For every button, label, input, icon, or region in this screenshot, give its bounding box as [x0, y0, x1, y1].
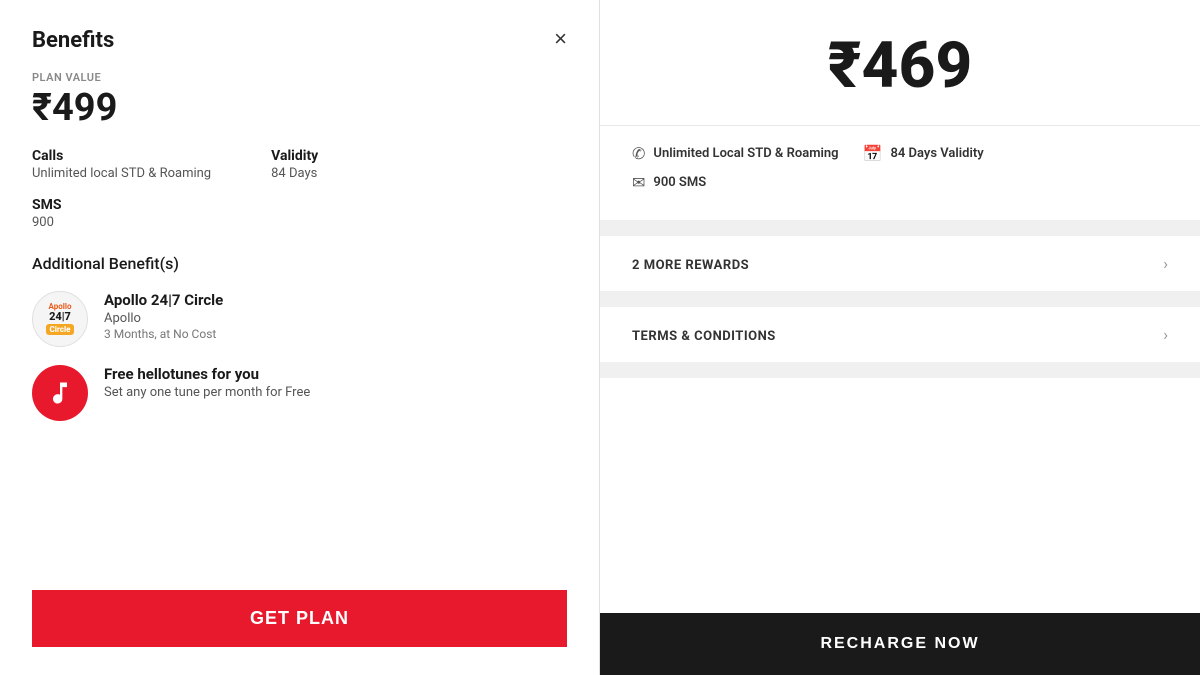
apollo-icon: Apollo 24|7 Circle	[32, 291, 88, 347]
calls-validity-row: Calls Unlimited local STD & Roaming Vali…	[32, 148, 567, 181]
feature-validity: 📅 84 Days Validity	[863, 144, 984, 163]
plan-value-label: PLAN VALUE	[32, 71, 567, 84]
validity-block: Validity 84 Days	[271, 148, 318, 181]
tnc-label: TERMS & CONDITIONS	[632, 329, 776, 344]
right-rewards-section[interactable]: 2 MORE REWARDS ›	[600, 236, 1200, 299]
right-features-section: ✆ Unlimited Local STD & Roaming 📅 84 Day…	[600, 126, 1200, 228]
hellotunes-icon	[32, 365, 88, 421]
right-price-section: ₹469	[600, 0, 1200, 126]
chevron-right-icon: ›	[1163, 254, 1168, 273]
apollo-benefit-name: Apollo 24|7 Circle	[104, 291, 223, 309]
calls-label: Calls	[32, 148, 211, 164]
right-price: ₹469	[632, 28, 1168, 103]
feature-calls: ✆ Unlimited Local STD & Roaming	[632, 144, 839, 163]
rewards-label: 2 MORE REWARDS	[632, 258, 749, 273]
benefit-item-hellotunes: Free hellotunes for you Set any one tune…	[32, 365, 567, 421]
hellotunes-benefit-sub: Set any one tune per month for Free	[104, 385, 310, 400]
feature-calls-text: Unlimited Local STD & Roaming	[653, 146, 838, 161]
divider-2	[600, 299, 1200, 307]
phone-icon: ✆	[632, 144, 645, 163]
sms-section: SMS 900	[32, 197, 567, 230]
feature-row-2: ✉ 900 SMS	[632, 173, 1168, 192]
additional-benefits-title: Additional Benefit(s)	[32, 254, 567, 273]
left-header: Benefits ×	[32, 28, 567, 53]
right-tnc-section[interactable]: TERMS & CONDITIONS ›	[600, 307, 1200, 370]
calendar-icon: 📅	[863, 144, 883, 163]
feature-row-1: ✆ Unlimited Local STD & Roaming 📅 84 Day…	[632, 144, 1168, 163]
get-plan-button[interactable]: GET PLAN	[32, 590, 567, 647]
close-button[interactable]: ×	[554, 28, 567, 50]
left-bottom: GET PLAN	[32, 574, 567, 647]
recharge-now-button[interactable]: RECHARGE NOW	[600, 613, 1200, 675]
calls-value: Unlimited local STD & Roaming	[32, 166, 211, 181]
hellotunes-text-block: Free hellotunes for you Set any one tune…	[104, 365, 310, 401]
benefit-item-apollo: Apollo 24|7 Circle Apollo 24|7 Circle Ap…	[32, 291, 567, 347]
sms-icon: ✉	[632, 173, 645, 192]
divider-1	[600, 228, 1200, 236]
chevron-right-icon-tnc: ›	[1163, 325, 1168, 344]
left-panel: Benefits × PLAN VALUE ₹499 Calls Unlimit…	[0, 0, 600, 675]
apollo-text-block: Apollo 24|7 Circle Apollo 3 Months, at N…	[104, 291, 223, 341]
validity-value: 84 Days	[271, 166, 318, 181]
feature-sms: ✉ 900 SMS	[632, 173, 706, 192]
divider-3	[600, 370, 1200, 378]
right-bottom: RECHARGE NOW	[600, 613, 1200, 675]
sms-label: SMS	[32, 197, 567, 213]
sms-value: 900	[32, 215, 567, 230]
right-empty-section	[600, 378, 1200, 613]
music-note-icon	[46, 379, 74, 407]
feature-validity-text: 84 Days Validity	[890, 146, 983, 161]
benefits-title: Benefits	[32, 28, 114, 53]
feature-sms-text: 900 SMS	[653, 175, 706, 190]
calls-block: Calls Unlimited local STD & Roaming	[32, 148, 211, 181]
validity-label: Validity	[271, 148, 318, 164]
hellotunes-benefit-name: Free hellotunes for you	[104, 365, 310, 383]
plan-value-section: PLAN VALUE ₹499	[32, 71, 567, 148]
apollo-benefit-detail: 3 Months, at No Cost	[104, 327, 223, 341]
apollo-benefit-sub: Apollo	[104, 311, 223, 326]
right-panel: ₹469 ✆ Unlimited Local STD & Roaming 📅 8…	[600, 0, 1200, 675]
plan-price: ₹499	[32, 86, 567, 130]
